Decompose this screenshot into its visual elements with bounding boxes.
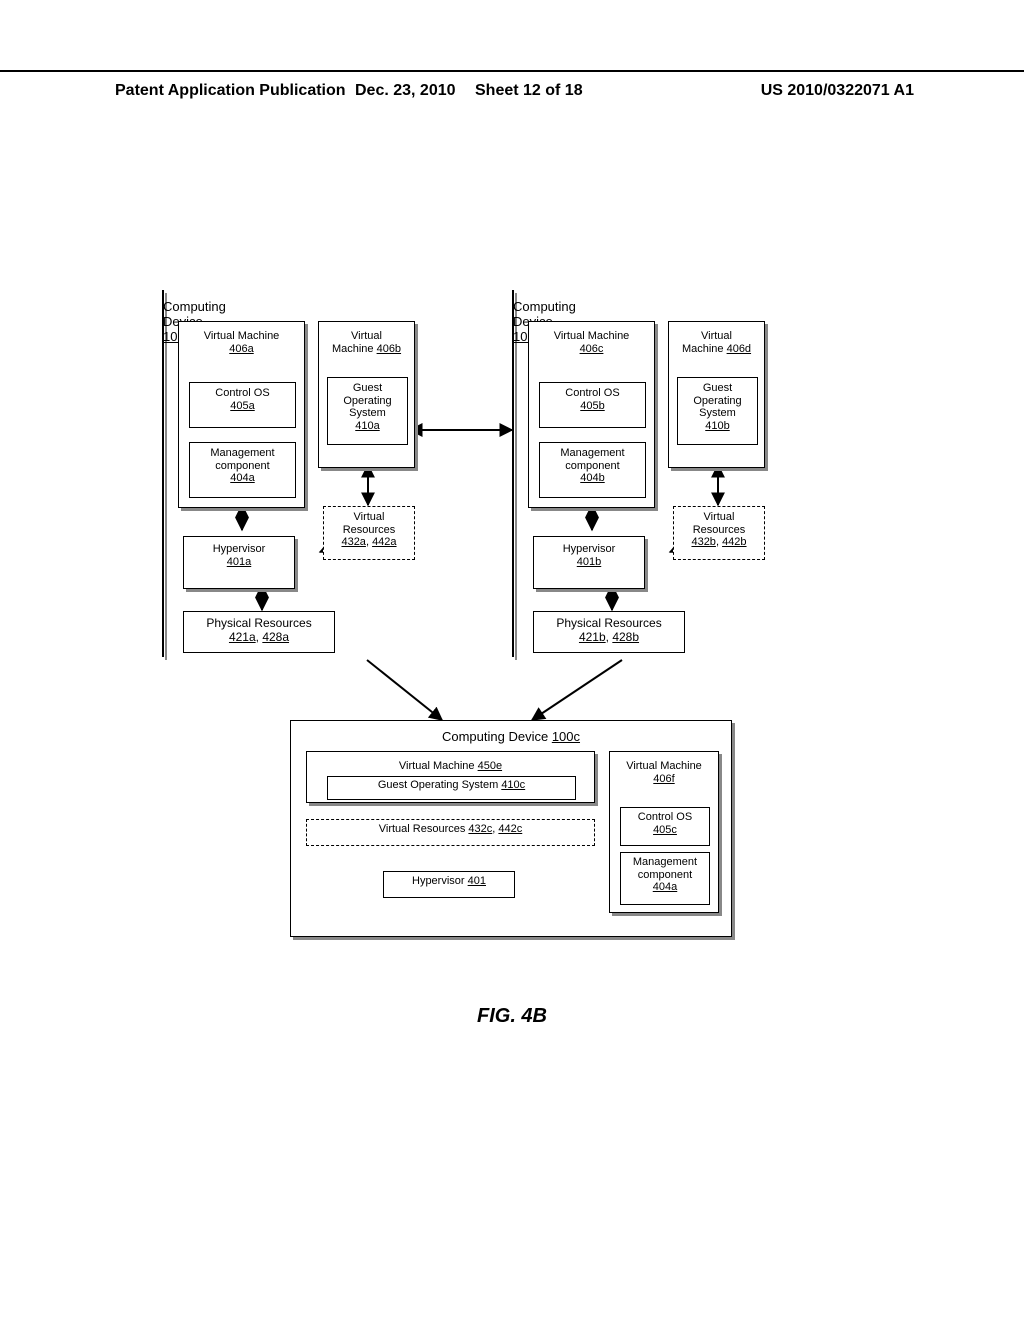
- b-vm2: VirtualMachine 406d GuestOperatingSystem…: [668, 321, 765, 468]
- header-left: Patent Application Publication: [115, 82, 346, 100]
- b-mgmt: Managementcomponent404b: [539, 442, 646, 498]
- header-date: Dec. 23, 2010: [355, 82, 456, 100]
- b-vm2-title: VirtualMachine 406d: [669, 330, 764, 355]
- a-virtual-resources: VirtualResources 432a, 442a: [323, 506, 415, 560]
- b-guest-os: GuestOperatingSystem410b: [677, 377, 758, 445]
- a-vm2: VirtualMachine 406b GuestOperatingSystem…: [318, 321, 415, 468]
- b-vm1-title: Virtual Machine406c: [529, 330, 654, 355]
- device-b: Computing Device 100b Virtual Machine406…: [512, 290, 514, 657]
- figure-4b: Computing Device 100a Virtual Machine406…: [162, 290, 862, 970]
- device-c: Computing Device 100c Virtual Machine 45…: [290, 720, 732, 937]
- b-ctl-os: Control OS405b: [539, 382, 646, 428]
- b-vm1: Virtual Machine406c Control OS405b Manag…: [528, 321, 655, 508]
- c-vm-f: Virtual Machine406f Control OS405c Manag…: [609, 751, 719, 913]
- a-physical-resources: Physical Resources 421a, 428a: [183, 611, 335, 653]
- a-ctl-os: Control OS405a: [189, 382, 296, 428]
- a-vm2-title: VirtualMachine 406b: [319, 330, 414, 355]
- header-pubno: US 2010/0322071 A1: [761, 82, 914, 100]
- b-physical-resources: Physical Resources 421b, 428b: [533, 611, 685, 653]
- header-rule: [0, 70, 1024, 72]
- a-vm1-title: Virtual Machine406a: [179, 330, 304, 355]
- c-mgmt: Managementcomponent404a: [620, 852, 710, 905]
- c-ctl-os: Control OS405c: [620, 807, 710, 846]
- header-page: Sheet 12 of 18: [475, 82, 583, 100]
- c-virtual-resources: Virtual Resources 432c, 442c: [306, 819, 595, 846]
- c-vm-e: Virtual Machine 450e Guest Operating Sys…: [306, 751, 595, 803]
- c-vm-f-title: Virtual Machine406f: [610, 760, 718, 785]
- a-guest-os: GuestOperatingSystem410a: [327, 377, 408, 445]
- figure-caption: FIG. 4B: [0, 1005, 1024, 1028]
- b-virtual-resources: VirtualResources 432b, 442b: [673, 506, 765, 560]
- a-vm1: Virtual Machine406a Control OS405a Manag…: [178, 321, 305, 508]
- a-mgmt: Managementcomponent404a: [189, 442, 296, 498]
- device-c-title: Computing Device 100c: [291, 729, 731, 744]
- c-hypervisor: Hypervisor 401: [383, 871, 515, 898]
- c-guest-os: Guest Operating System 410c: [327, 776, 576, 800]
- device-a: Computing Device 100a Virtual Machine406…: [162, 290, 164, 657]
- b-hypervisor: Hypervisor401b: [533, 536, 645, 589]
- c-vm-e-title: Virtual Machine 450e: [307, 760, 594, 773]
- a-hypervisor: Hypervisor401a: [183, 536, 295, 589]
